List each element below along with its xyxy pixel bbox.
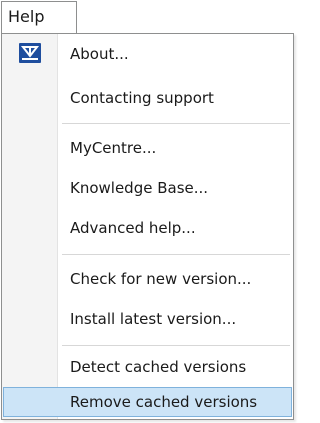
menu-item-label: Detect cached versions — [70, 358, 247, 376]
menu-item-advanced-help[interactable]: Advanced help... — [3, 210, 292, 246]
menu-item-label: About... — [70, 45, 129, 63]
menu-item-label: Advanced help... — [70, 219, 196, 237]
menu-item-label: Remove cached versions — [70, 393, 258, 411]
menu-item-label: Check for new version... — [70, 270, 252, 288]
help-dropdown-menu: About... Contacting support MyCentre... … — [1, 33, 294, 420]
menu-item-label: Install latest version... — [70, 310, 237, 328]
menu-separator — [62, 123, 290, 124]
menu-item-remove-cached-versions[interactable]: Remove cached versions — [3, 387, 292, 417]
menu-item-contacting-support[interactable]: Contacting support — [3, 80, 292, 116]
menu-item-check-new-version[interactable]: Check for new version... — [3, 261, 292, 297]
menu-item-label: MyCentre... — [70, 139, 157, 157]
menu-item-knowledge-base[interactable]: Knowledge Base... — [3, 170, 292, 206]
menu-item-label: Knowledge Base... — [70, 179, 209, 197]
menu-item-install-latest-version[interactable]: Install latest version... — [3, 301, 292, 337]
menu-item-mycentre[interactable]: MyCentre... — [3, 130, 292, 166]
menu-separator — [62, 254, 290, 255]
menu-bar: Help — [0, 0, 296, 34]
app-logo-icon — [19, 43, 41, 63]
menu-item-about[interactable]: About... — [3, 36, 292, 72]
menu-separator — [62, 345, 290, 346]
menu-item-detect-cached-versions[interactable]: Detect cached versions — [3, 349, 292, 385]
menu-item-label: Contacting support — [70, 89, 214, 107]
help-menu-title[interactable]: Help — [1, 1, 77, 33]
